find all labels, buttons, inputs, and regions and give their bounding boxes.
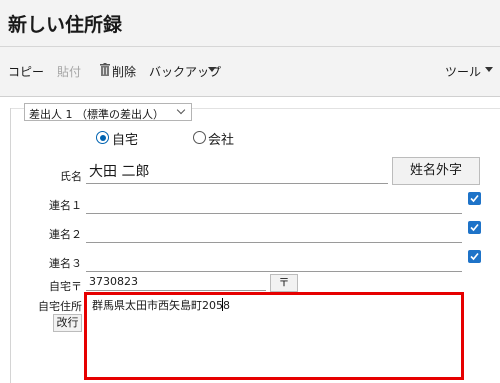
postal-lookup-button[interactable]: 〒 xyxy=(270,274,298,292)
panel-border xyxy=(10,108,11,383)
joint-name-1-label: 連名１ xyxy=(49,199,82,212)
address-value: 群馬県太田市西矢島町2058 xyxy=(92,299,230,312)
check-icon xyxy=(470,223,479,232)
paste-button[interactable]: 貼付 xyxy=(57,63,81,80)
company-radio[interactable] xyxy=(193,131,206,144)
tools-button[interactable]: ツール xyxy=(445,63,481,80)
name-label: 氏名 xyxy=(60,170,82,183)
window-title: 新しい住所録 xyxy=(8,14,123,36)
postal-field[interactable]: 3730823 xyxy=(86,274,266,291)
divider xyxy=(0,96,500,97)
joint-name-3-label: 連名３ xyxy=(49,257,82,270)
joint-name-2-field[interactable] xyxy=(86,218,462,243)
toolbar: コピー 貼付 削除 バックアップ ツール xyxy=(0,47,500,96)
copy-button[interactable]: コピー xyxy=(8,63,44,80)
joint-name-2-label: 連名２ xyxy=(49,228,82,241)
company-radio-label[interactable]: 会社 xyxy=(208,129,234,148)
name-field[interactable]: 大田 二郎 xyxy=(86,158,388,184)
trash-icon xyxy=(100,63,110,76)
home-radio-label[interactable]: 自宅 xyxy=(112,129,138,148)
sender-select[interactable]: 差出人 1 （標準の差出人） xyxy=(24,103,192,121)
backup-dropdown-icon[interactable] xyxy=(208,67,216,72)
joint-name-2-checkbox[interactable] xyxy=(468,221,481,234)
sender-select-value: 差出人 1 （標準の差出人） xyxy=(29,108,164,121)
text-caret xyxy=(222,298,223,311)
name-gaiji-button[interactable]: 姓名外字 xyxy=(392,157,480,185)
address-label: 自宅住所 xyxy=(38,300,82,313)
postal-field-value: 3730823 xyxy=(89,275,138,288)
title-bar: 新しい住所録 xyxy=(0,0,500,46)
tools-dropdown-icon[interactable] xyxy=(485,67,493,72)
newline-button[interactable]: 改行 xyxy=(53,314,82,332)
address-textarea[interactable]: 群馬県太田市西矢島町2058 xyxy=(84,292,464,380)
name-field-value: 大田 二郎 xyxy=(89,164,150,180)
delete-button[interactable]: 削除 xyxy=(112,63,136,80)
check-icon xyxy=(470,194,479,203)
chevron-down-icon xyxy=(176,105,186,115)
joint-name-3-checkbox[interactable] xyxy=(468,250,481,263)
joint-name-3-field[interactable] xyxy=(86,247,462,272)
postal-label: 自宅〒 xyxy=(49,280,82,293)
home-radio[interactable] xyxy=(96,131,109,144)
joint-name-1-checkbox[interactable] xyxy=(468,192,481,205)
check-icon xyxy=(470,252,479,261)
joint-name-1-field[interactable] xyxy=(86,189,462,214)
